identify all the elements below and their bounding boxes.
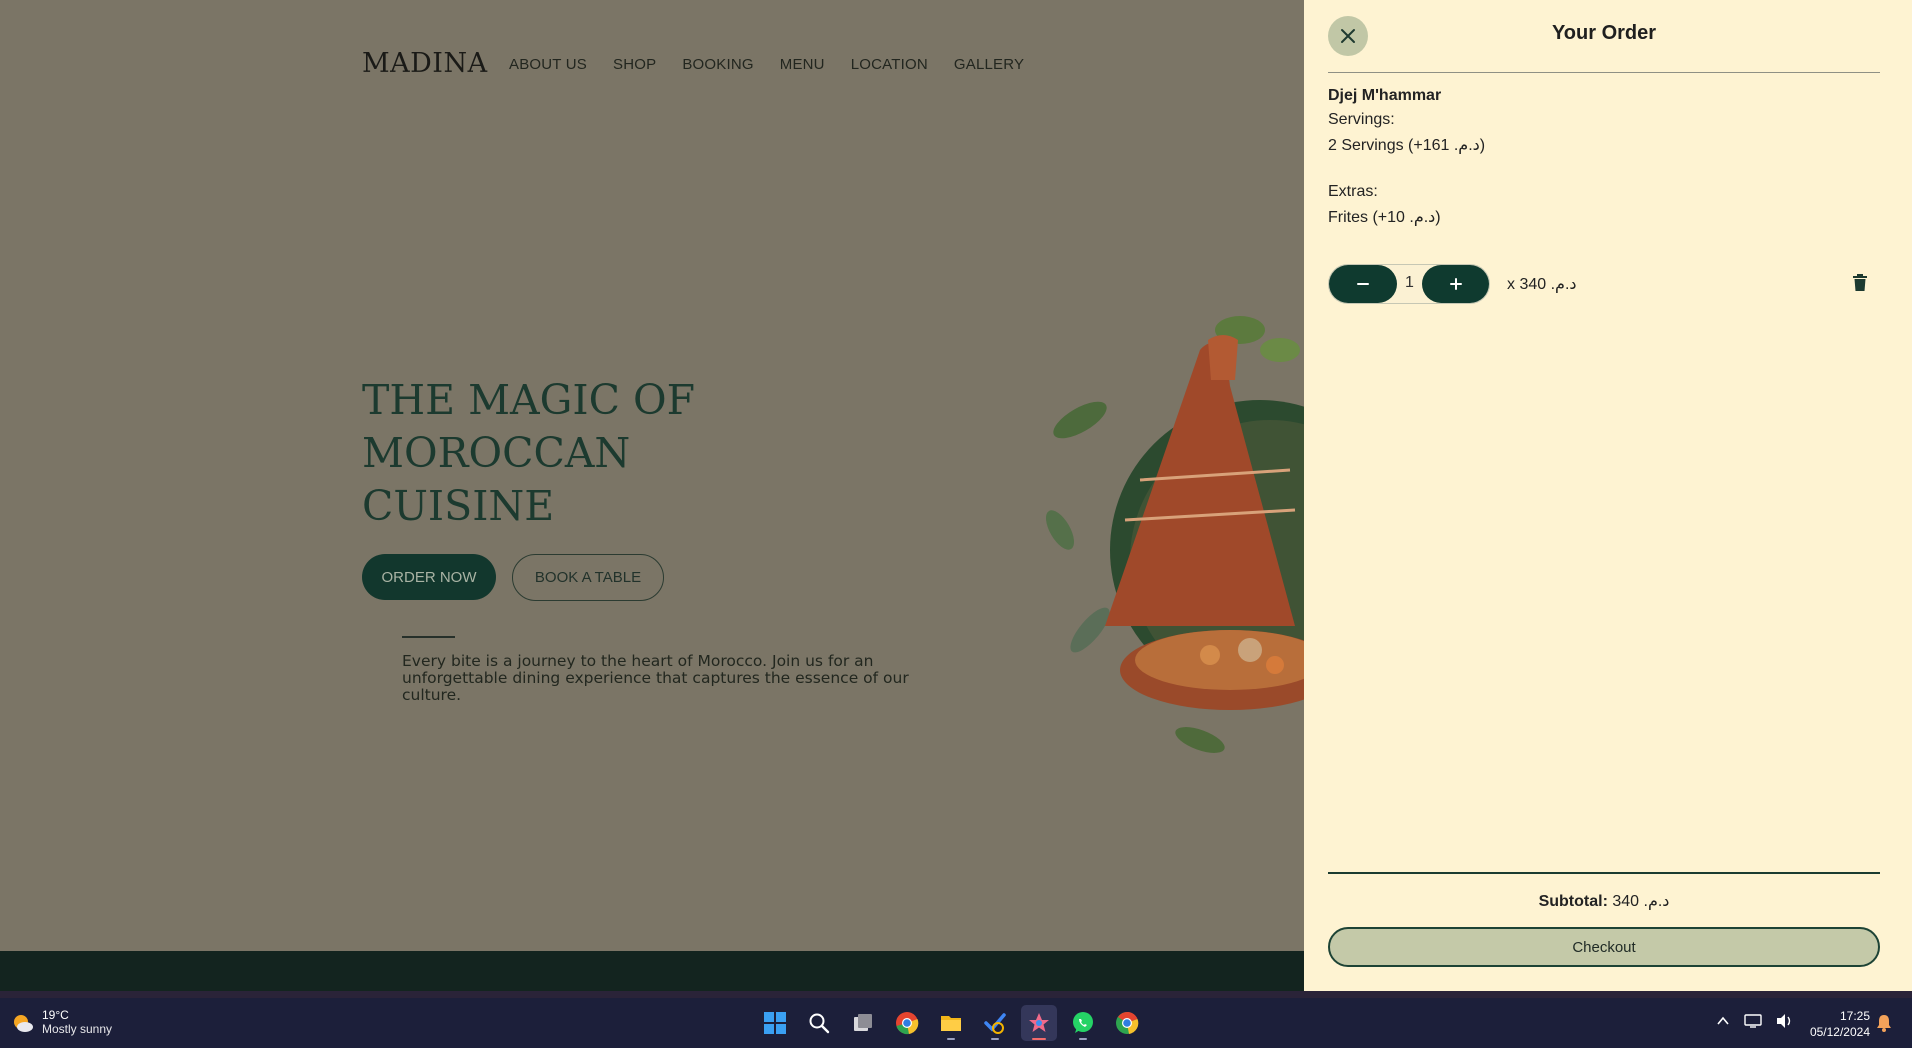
checkmark-icon — [984, 1013, 1006, 1034]
extras-value: Frites (+10 .د.م) — [1328, 209, 1441, 226]
system-tray — [1716, 1013, 1794, 1029]
start-icon — [764, 1012, 786, 1034]
chrome-alt-icon — [1116, 1011, 1139, 1034]
subtotal-value: 340 .د.م — [1607, 893, 1670, 910]
drawer-divider — [1328, 72, 1880, 73]
search-icon — [809, 1013, 830, 1034]
close-drawer-button[interactable] — [1328, 16, 1368, 56]
folder-icon — [941, 1016, 961, 1031]
running-indicator — [1079, 1038, 1087, 1040]
servings-label: Servings: — [1328, 111, 1395, 128]
servings-value: 2 Servings (+161 .د.م) — [1328, 137, 1486, 154]
subtotal-divider — [1328, 872, 1880, 874]
decrease-quantity-button[interactable] — [1329, 265, 1397, 303]
nav-menu[interactable]: MENU — [780, 56, 825, 73]
extras-label: Extras: — [1328, 183, 1378, 200]
order-drawer-title: Your Order — [1551, 22, 1657, 44]
weather-widget[interactable]: 19°C Mostly sunny — [12, 1008, 112, 1037]
taskbar-strip — [0, 991, 1912, 998]
nav-shop[interactable]: SHOP — [613, 56, 656, 73]
task-view-icon — [854, 1014, 872, 1031]
plus-icon — [1449, 278, 1462, 290]
whatsapp-icon — [1073, 1012, 1093, 1033]
file-explorer-app[interactable] — [933, 1005, 969, 1041]
checkout-button[interactable]: Checkout — [1328, 927, 1880, 967]
nav-location[interactable]: LOCATION — [851, 56, 928, 73]
book-table-button[interactable]: BOOK A TABLE — [512, 554, 664, 601]
clock-time: 17:25 — [1839, 1009, 1870, 1023]
hero-title-line: THE MAGIC OF — [362, 376, 696, 424]
chrome-alt-app[interactable] — [1109, 1005, 1145, 1041]
hero-title-line: MOROCCAN — [362, 429, 631, 477]
weather-temperature: 19°C — [42, 1008, 69, 1022]
network-icon[interactable] — [1744, 1013, 1762, 1029]
nav-gallery[interactable]: GALLERY — [954, 56, 1024, 73]
item-price: x 340 .د.م — [1507, 276, 1577, 293]
subtotal-label: Subtotal: — [1538, 893, 1608, 910]
whatsapp-app[interactable] — [1065, 1005, 1101, 1041]
hero-divider — [402, 636, 455, 638]
hero-title: THE MAGIC OF MOROCCAN CUISINE — [362, 374, 742, 533]
taskbar-apps — [757, 1005, 1145, 1041]
site-logo[interactable]: MADINA — [362, 48, 488, 79]
notification-bell-icon[interactable] — [1876, 1014, 1892, 1032]
paint-icon — [1029, 1013, 1049, 1032]
chrome-icon — [896, 1012, 919, 1035]
volume-icon[interactable] — [1776, 1013, 1794, 1029]
clock-date: 05/12/2024 — [1809, 1025, 1870, 1039]
task-view-button[interactable] — [845, 1005, 881, 1041]
trash-icon[interactable] — [1852, 274, 1868, 292]
increase-quantity-button[interactable] — [1422, 265, 1489, 303]
active-indicator — [1032, 1038, 1046, 1040]
order-now-button[interactable]: ORDER NOW — [362, 554, 496, 600]
todo-app[interactable] — [977, 1005, 1013, 1041]
quantity-value[interactable]: 1 — [1397, 274, 1422, 292]
taskbar-search-button[interactable] — [801, 1005, 837, 1041]
nav-booking[interactable]: BOOKING — [682, 56, 753, 73]
nav-about-us[interactable]: ABOUT US — [509, 56, 587, 73]
hero-title-line: CUISINE — [362, 482, 555, 530]
main-nav: ABOUT US SHOP BOOKING MENU LOCATION GALL… — [509, 56, 1024, 73]
close-icon — [1341, 29, 1355, 43]
running-indicator — [991, 1038, 999, 1040]
running-indicator — [947, 1038, 955, 1040]
chrome-app[interactable] — [889, 1005, 925, 1041]
chevron-up-icon[interactable] — [1716, 1014, 1730, 1028]
taskbar-clock[interactable]: 17:25 05/12/2024 — [1800, 1008, 1870, 1040]
hero-description: Every bite is a journey to the heart of … — [402, 652, 909, 704]
minus-icon — [1357, 283, 1369, 285]
order-item-name: Djej M'hammar — [1328, 87, 1442, 104]
start-button[interactable] — [757, 1005, 793, 1041]
subtotal: Subtotal: 340 .د.م — [1328, 891, 1880, 911]
tagine-image — [1046, 316, 1320, 753]
sun-cloud-icon — [14, 1014, 33, 1032]
paint-app[interactable] — [1021, 1005, 1057, 1041]
weather-description: Mostly sunny — [42, 1022, 113, 1036]
